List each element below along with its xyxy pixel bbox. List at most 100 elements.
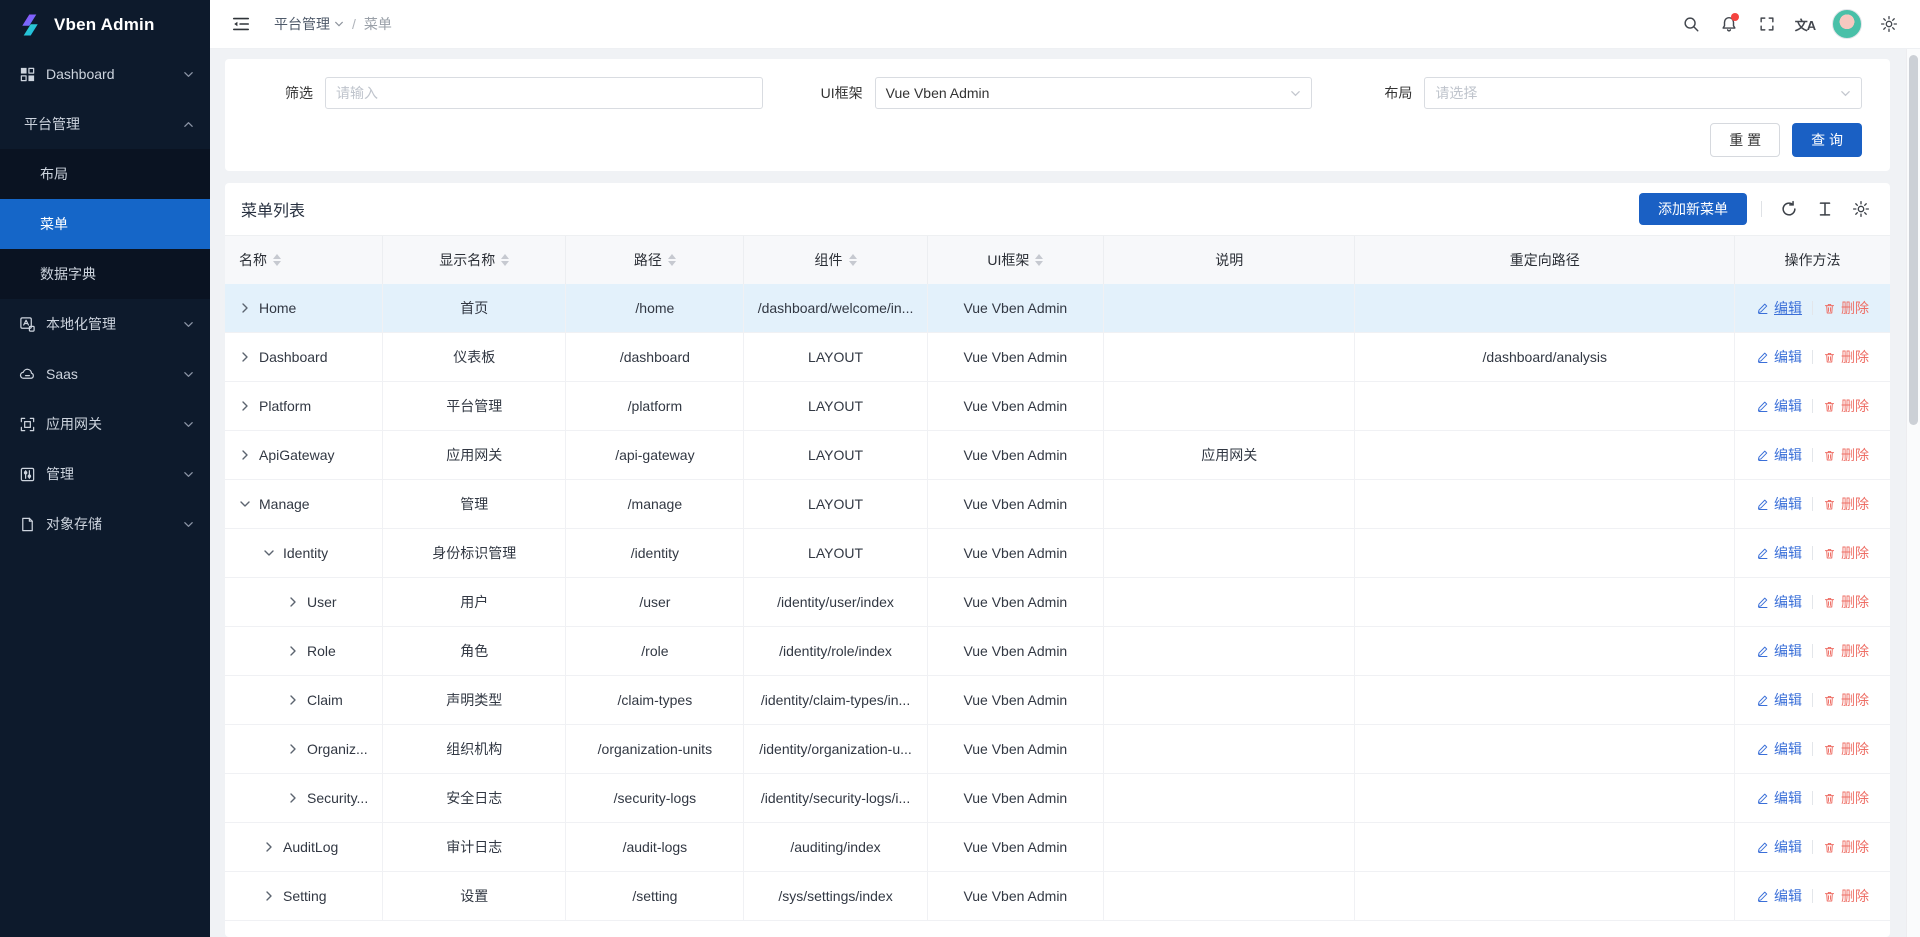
reset-button[interactable]: 重 置	[1710, 123, 1780, 157]
delete-button[interactable]: 删除	[1823, 788, 1869, 808]
delete-button[interactable]: 删除	[1823, 886, 1869, 906]
cell-component: /sys/settings/index	[744, 872, 927, 920]
edit-button[interactable]: 编辑	[1756, 788, 1802, 808]
breadcrumb-section[interactable]: 平台管理	[274, 14, 344, 34]
delete-button[interactable]: 删除	[1823, 396, 1869, 416]
language-icon[interactable]: 文A	[1788, 7, 1822, 41]
delete-button[interactable]: 删除	[1823, 445, 1869, 465]
cell-actions: 编辑 删除	[1735, 627, 1890, 675]
table-row: User用户/user/identity/user/indexVue Vben …	[225, 578, 1890, 627]
cell-description	[1104, 627, 1355, 675]
column-header-1[interactable]: 显示名称	[383, 236, 566, 284]
edit-button[interactable]: 编辑	[1756, 641, 1802, 661]
sidebar-item-storage[interactable]: 对象存储	[0, 499, 210, 549]
cell-component: /dashboard/welcome/in...	[744, 284, 927, 332]
delete-button[interactable]: 删除	[1823, 543, 1869, 563]
sort-icon[interactable]	[849, 254, 857, 266]
breadcrumb-current: 菜单	[364, 14, 392, 34]
app-logo[interactable]: Vben Admin	[0, 0, 210, 49]
keyword-input[interactable]	[336, 85, 752, 101]
column-header-2[interactable]: 路径	[566, 236, 744, 284]
add-menu-button[interactable]: 添加新菜单	[1639, 193, 1747, 225]
expander-icon[interactable]	[263, 841, 275, 853]
expander-icon[interactable]	[263, 890, 275, 902]
cell-name: Identity	[225, 529, 383, 577]
query-button[interactable]: 查 询	[1792, 123, 1862, 157]
delete-button[interactable]: 删除	[1823, 739, 1869, 759]
fullscreen-icon[interactable]	[1750, 7, 1784, 41]
edit-button[interactable]: 编辑	[1756, 543, 1802, 563]
expander-icon[interactable]	[287, 596, 299, 608]
sidebar-item-menu[interactable]: 菜单	[0, 199, 210, 249]
sidebar-item-saas[interactable]: Saas	[0, 349, 210, 399]
cell-component: /identity/user/index	[744, 578, 927, 626]
cell-actions: 编辑 删除	[1735, 333, 1890, 381]
sort-icon[interactable]	[501, 254, 509, 266]
cell-framework: Vue Vben Admin	[928, 382, 1104, 430]
delete-button[interactable]: 删除	[1823, 641, 1869, 661]
expander-icon[interactable]	[239, 302, 251, 314]
edit-button[interactable]: 编辑	[1756, 445, 1802, 465]
row-height-icon[interactable]	[1812, 196, 1838, 222]
sort-icon[interactable]	[668, 254, 676, 266]
content: 筛选 UI框架 Vue Vben Admin 布局 请选择	[210, 49, 1920, 937]
sidebar-item-dict[interactable]: 数据字典	[0, 249, 210, 299]
sort-icon[interactable]	[273, 254, 281, 266]
sort-icon[interactable]	[1035, 254, 1043, 266]
chevron-down-icon	[183, 419, 194, 430]
edit-button[interactable]: 编辑	[1756, 592, 1802, 612]
expander-icon[interactable]	[239, 351, 251, 363]
delete-button[interactable]: 删除	[1823, 494, 1869, 514]
edit-button[interactable]: 编辑	[1756, 298, 1802, 318]
column-header-3[interactable]: 组件	[744, 236, 927, 284]
framework-select[interactable]: Vue Vben Admin	[875, 77, 1313, 109]
sidebar-item-platform[interactable]: 平台管理	[0, 99, 210, 149]
scrollbar-thumb[interactable]	[1909, 55, 1918, 425]
settings-icon[interactable]	[1872, 7, 1906, 41]
sidebar-item-layout[interactable]: 布局	[0, 149, 210, 199]
layout-select[interactable]: 请选择	[1424, 77, 1862, 109]
search-icon[interactable]	[1674, 7, 1708, 41]
expander-icon[interactable]	[287, 792, 299, 804]
table-row: ApiGateway应用网关/api-gatewayLAYOUTVue Vben…	[225, 431, 1890, 480]
expander-icon[interactable]	[287, 694, 299, 706]
delete-button[interactable]: 删除	[1823, 837, 1869, 857]
vertical-scrollbar[interactable]	[1906, 49, 1920, 937]
expander-icon[interactable]	[239, 449, 251, 461]
expander-icon[interactable]	[287, 743, 299, 755]
column-label: 名称	[239, 250, 267, 270]
delete-button[interactable]: 删除	[1823, 298, 1869, 318]
table-row: Claim声明类型/claim-types/identity/claim-typ…	[225, 676, 1890, 725]
edit-button[interactable]: 编辑	[1756, 739, 1802, 759]
column-header-4[interactable]: UI框架	[928, 236, 1104, 284]
refresh-icon[interactable]	[1776, 196, 1802, 222]
edit-button[interactable]: 编辑	[1756, 837, 1802, 857]
cell-description	[1104, 578, 1355, 626]
expander-icon[interactable]	[239, 400, 251, 412]
delete-button[interactable]: 删除	[1823, 347, 1869, 367]
table-settings-icon[interactable]	[1848, 196, 1874, 222]
cell-path: /setting	[566, 872, 744, 920]
collapse-sidebar-icon[interactable]	[224, 7, 258, 41]
edit-button[interactable]: 编辑	[1756, 690, 1802, 710]
delete-button[interactable]: 删除	[1823, 690, 1869, 710]
expander-icon[interactable]	[239, 498, 251, 510]
edit-button[interactable]: 编辑	[1756, 347, 1802, 367]
notification-icon[interactable]	[1712, 7, 1746, 41]
sidebar-item-gateway[interactable]: 应用网关	[0, 399, 210, 449]
sidebar-item-manage[interactable]: 管理	[0, 449, 210, 499]
column-header-5: 说明	[1104, 236, 1355, 284]
sidebar-item-dashboard[interactable]: Dashboard	[0, 49, 210, 99]
avatar[interactable]	[1832, 9, 1862, 39]
edit-button[interactable]: 编辑	[1756, 494, 1802, 514]
cell-display: 身份标识管理	[383, 529, 566, 577]
delete-button[interactable]: 删除	[1823, 592, 1869, 612]
edit-button[interactable]: 编辑	[1756, 886, 1802, 906]
expander-icon[interactable]	[287, 645, 299, 657]
cell-path: /manage	[566, 480, 744, 528]
column-header-0[interactable]: 名称	[225, 236, 383, 284]
expander-icon[interactable]	[263, 547, 275, 559]
column-header-7: 操作方法	[1735, 236, 1890, 284]
edit-button[interactable]: 编辑	[1756, 396, 1802, 416]
sidebar-item-localization[interactable]: 本地化管理	[0, 299, 210, 349]
